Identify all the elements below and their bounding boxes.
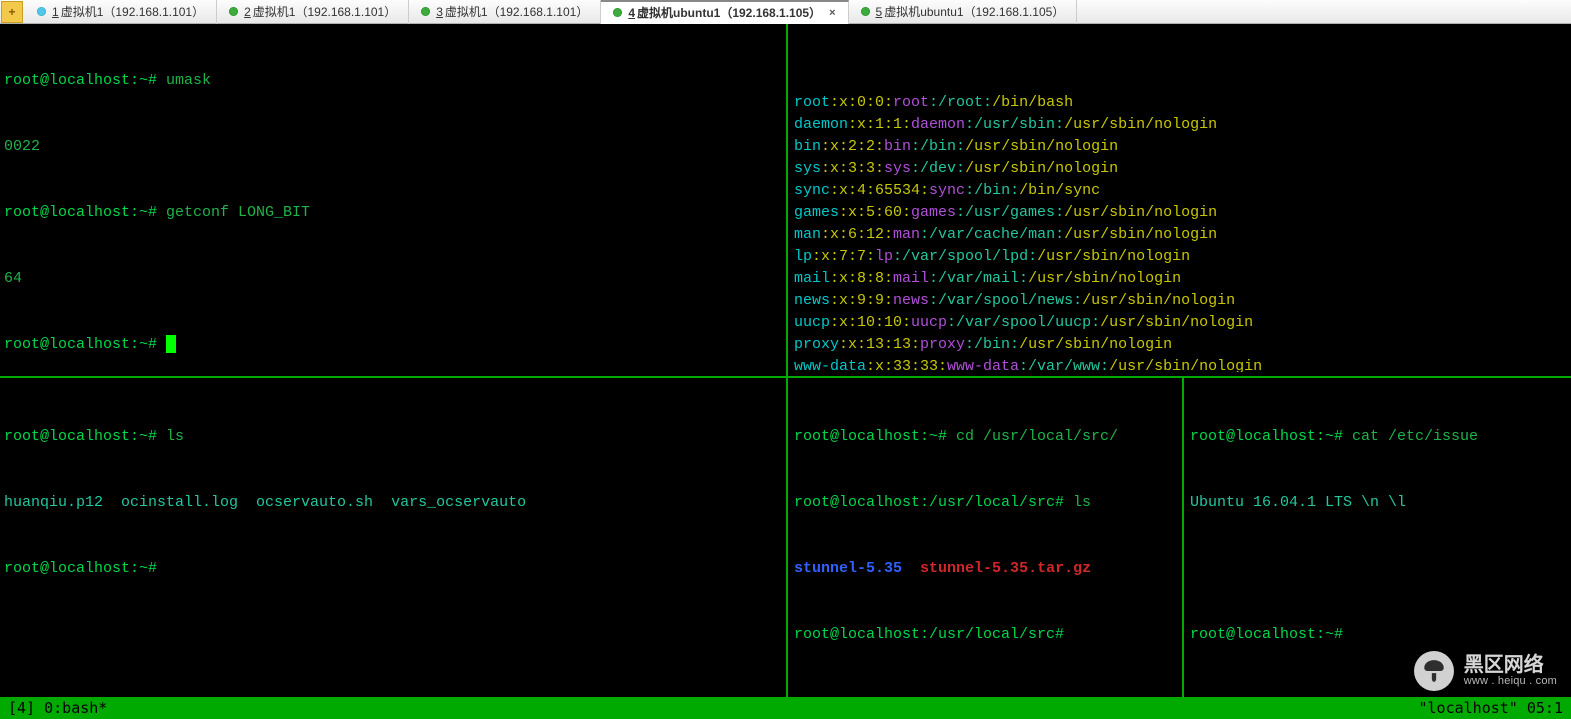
- pane-bottom-right[interactable]: root@localhost:~# cat /etc/issue Ubuntu …: [1186, 380, 1571, 696]
- term-line: [1190, 558, 1567, 580]
- tab-label: 虚拟机ubuntu1（192.168.1.105）: [637, 4, 821, 21]
- passwd-line: daemon:x:1:1:daemon:/usr/sbin:/usr/sbin/…: [794, 114, 1567, 136]
- status-dot-icon: [421, 7, 430, 16]
- tab-number: 1: [52, 5, 59, 19]
- close-icon[interactable]: ×: [829, 7, 835, 19]
- term-line: root@localhost:~# getconf LONG_BIT: [4, 202, 782, 224]
- tab-1[interactable]: 1 虚拟机1（192.168.1.101）: [25, 0, 217, 24]
- split-vertical-top[interactable]: [786, 24, 788, 376]
- term-line: root@localhost:/usr/local/src# ls: [794, 492, 1176, 514]
- term-line: root@localhost:~# umask: [4, 70, 782, 92]
- term-line: root@localhost:~#: [4, 334, 782, 356]
- tmux-status-bar: [4] 0:bash* "localhost" 05:1: [0, 697, 1571, 719]
- term-output: Ubuntu 16.04.1 LTS \n \l: [1190, 492, 1567, 514]
- term-line: root@localhost:~# ls: [4, 426, 782, 448]
- tab-number: 3: [436, 5, 443, 19]
- pane-bottom-mid[interactable]: root@localhost:~# cd /usr/local/src/ roo…: [790, 380, 1180, 696]
- passwd-line: sync:x:4:65534:sync:/bin:/bin/sync: [794, 180, 1567, 202]
- tab-bar: + 1 虚拟机1（192.168.1.101） 2 虚拟机1（192.168.1…: [0, 0, 1571, 24]
- passwd-line: root:x:0:0:root:/root:/bin/bash: [794, 92, 1567, 114]
- tab-3[interactable]: 3 虚拟机1（192.168.1.101）: [409, 0, 601, 24]
- pane-bottom-left[interactable]: root@localhost:~# ls huanqiu.p12 ocinsta…: [0, 380, 786, 696]
- status-dot-icon: [861, 7, 870, 16]
- tab-number: 2: [244, 5, 251, 19]
- tab-label: 虚拟机ubuntu1（192.168.1.105）: [884, 3, 1064, 20]
- term-output: 0022: [4, 136, 782, 158]
- tab-2[interactable]: 2 虚拟机1（192.168.1.101）: [217, 0, 409, 24]
- tab-number: 4: [628, 6, 635, 20]
- passwd-line: news:x:9:9:news:/var/spool/news:/usr/sbi…: [794, 290, 1567, 312]
- passwd-line: man:x:6:12:man:/var/cache/man:/usr/sbin/…: [794, 224, 1567, 246]
- tab-4-active[interactable]: 4 虚拟机ubuntu1（192.168.1.105） ×: [601, 0, 848, 24]
- passwd-line: games:x:5:60:games:/usr/games:/usr/sbin/…: [794, 202, 1567, 224]
- cursor-icon: [166, 335, 176, 353]
- term-line: root@localhost:/usr/local/src#: [794, 624, 1176, 646]
- passwd-line: sys:x:3:3:sys:/dev:/usr/sbin/nologin: [794, 158, 1567, 180]
- term-output: 64: [4, 268, 782, 290]
- tab-label: 虚拟机1（192.168.1.101）: [61, 3, 204, 20]
- passwd-line: lp:x:7:7:lp:/var/spool/lpd:/usr/sbin/nol…: [794, 246, 1567, 268]
- passwd-line: bin:x:2:2:bin:/bin:/usr/sbin/nologin: [794, 136, 1567, 158]
- term-line: root@localhost:~# cd /usr/local/src/: [794, 426, 1176, 448]
- term-output: stunnel-5.35 stunnel-5.35.tar.gz: [794, 558, 1176, 580]
- passwd-line: www-data:x:33:33:www-data:/var/www:/usr/…: [794, 356, 1567, 372]
- tab-label: 虚拟机1（192.168.1.101）: [253, 3, 396, 20]
- tab-number: 5: [876, 5, 883, 19]
- term-output: huanqiu.p12 ocinstall.log ocservauto.sh …: [4, 492, 782, 514]
- tab-label: 虚拟机1（192.168.1.101）: [445, 3, 588, 20]
- split-vertical-bottom-2[interactable]: [1182, 378, 1184, 718]
- term-line: root@localhost:~#: [1190, 624, 1567, 646]
- split-vertical-bottom-1[interactable]: [786, 378, 788, 718]
- tab-5[interactable]: 5 虚拟机ubuntu1（192.168.1.105）: [849, 0, 1078, 24]
- status-right: "localhost" 05:1: [1419, 699, 1564, 717]
- status-dot-icon: [613, 8, 622, 17]
- terminal-area: root@localhost:~# umask 0022 root@localh…: [0, 24, 1571, 719]
- status-dot-icon: [37, 7, 46, 16]
- term-line: root@localhost:~#: [4, 558, 782, 580]
- status-dot-icon: [229, 7, 238, 16]
- passwd-line: mail:x:8:8:mail:/var/mail:/usr/sbin/nolo…: [794, 268, 1567, 290]
- status-left: [4] 0:bash*: [8, 699, 107, 717]
- pane-top-right[interactable]: root:x:0:0:root:/root:/bin/bashdaemon:x:…: [790, 24, 1571, 372]
- term-line: root@localhost:~# cat /etc/issue: [1190, 426, 1567, 448]
- new-tab-button[interactable]: +: [1, 1, 23, 23]
- passwd-line: proxy:x:13:13:proxy:/bin:/usr/sbin/nolog…: [794, 334, 1567, 356]
- passwd-line: uucp:x:10:10:uucp:/var/spool/uucp:/usr/s…: [794, 312, 1567, 334]
- pane-top-left[interactable]: root@localhost:~# umask 0022 root@localh…: [0, 24, 786, 372]
